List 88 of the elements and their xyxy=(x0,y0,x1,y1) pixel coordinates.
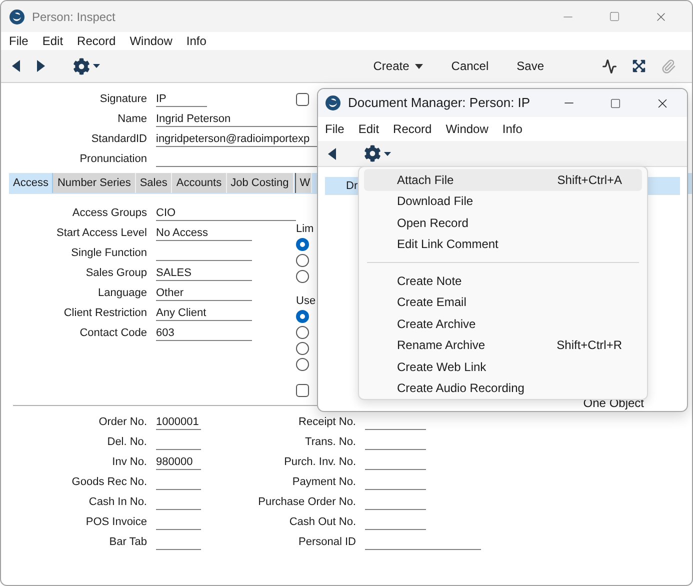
menu-item[interactable]: Create Email xyxy=(364,292,642,313)
field-label: StandardID xyxy=(90,132,148,147)
paperclip-icon[interactable] xyxy=(661,58,676,74)
window-title: Person: Inspect xyxy=(32,8,116,26)
field-label: Purchase Order No. xyxy=(257,494,357,510)
field-label: Client Restriction xyxy=(62,306,148,321)
menu-item[interactable]: File xyxy=(325,120,344,138)
tab[interactable]: Number Series xyxy=(53,173,136,193)
menu-item[interactable]: File xyxy=(9,32,28,50)
back-icon[interactable] xyxy=(12,60,20,72)
input-field[interactable]: No Access xyxy=(156,226,252,240)
settings-menu-icon[interactable] xyxy=(73,58,100,74)
menu-item[interactable]: Window xyxy=(446,120,488,138)
app-logo-icon xyxy=(325,95,341,111)
tab[interactable]: Sales xyxy=(136,173,172,193)
input-field[interactable]: CIO xyxy=(156,206,296,220)
field-label: Receipt No. xyxy=(298,414,357,430)
radio-button[interactable] xyxy=(296,270,309,283)
field-label: Single Function xyxy=(70,246,148,261)
input-field[interactable]: Any Client xyxy=(156,306,252,320)
radio-button[interactable] xyxy=(296,342,309,355)
field-label: POS Invoice xyxy=(84,514,148,530)
tab[interactable]: Job Costing xyxy=(226,173,294,193)
menu-item[interactable]: Create Audio Recording xyxy=(364,378,642,399)
checkbox[interactable] xyxy=(296,92,309,106)
app-logo-icon xyxy=(9,8,25,24)
field-label: Del. No. xyxy=(106,434,148,450)
field-label: Start Access Level xyxy=(56,226,148,241)
menu-item[interactable]: Attach File Shift+Ctrl+A xyxy=(364,169,642,190)
field-label: Inv No. xyxy=(111,454,148,470)
field-label: Contact Code xyxy=(78,326,148,341)
field-label: Name xyxy=(116,112,148,127)
menu-item[interactable]: Info xyxy=(186,32,206,50)
field-label: Sales Group xyxy=(84,266,148,281)
caret-icon xyxy=(415,64,424,68)
maximize-icon[interactable] xyxy=(610,98,621,108)
menu-item[interactable]: Rename Archive Shift+Ctrl+R xyxy=(364,334,642,356)
toolbar-button[interactable]: Cancel xyxy=(437,54,503,78)
input-field[interactable]: IP xyxy=(156,92,207,106)
input-field[interactable]: Other xyxy=(156,286,252,300)
menu-item[interactable]: Info xyxy=(502,120,522,138)
radio-button[interactable] xyxy=(296,310,309,323)
field-label: Signature xyxy=(98,92,148,107)
menu-item[interactable]: Create Web Link xyxy=(364,356,642,378)
radio-button[interactable] xyxy=(296,238,309,251)
activity-icon[interactable] xyxy=(602,58,617,74)
field-label: Trans. No. xyxy=(304,434,357,450)
field-label: Purch. Inv. No. xyxy=(283,454,357,470)
group-label: Use xyxy=(296,294,316,308)
input-field[interactable]: 603 xyxy=(156,326,252,340)
field-label: Payment No. xyxy=(291,474,357,490)
field-label: Order No. xyxy=(98,414,148,430)
tab[interactable]: W xyxy=(294,173,312,193)
radio-button[interactable] xyxy=(296,358,309,371)
menu-item[interactable]: Edit Link Comment xyxy=(364,234,642,255)
field-label: Goods Rec No. xyxy=(70,474,148,490)
input-field[interactable]: 1000001 xyxy=(156,414,201,430)
menu-item[interactable]: Download File xyxy=(364,190,642,212)
checkbox[interactable] xyxy=(296,384,309,397)
maximize-icon[interactable] xyxy=(609,11,620,22)
window-title: Document Manager: Person: IP xyxy=(348,94,530,112)
expand-icon[interactable] xyxy=(632,59,646,73)
input-field[interactable]: 980000 xyxy=(156,454,201,470)
forward-icon[interactable] xyxy=(37,60,45,72)
field-label: Access Groups xyxy=(71,206,148,221)
field-label: Personal ID xyxy=(298,534,357,550)
radio-button[interactable] xyxy=(296,254,309,267)
tab[interactable]: Accounts xyxy=(172,173,227,193)
field-label: Bar Tab xyxy=(108,534,148,550)
menu-item[interactable]: Create Note xyxy=(364,270,642,292)
menu-item[interactable]: Edit xyxy=(358,120,380,138)
menu-item[interactable]: Edit xyxy=(42,32,64,50)
input-field[interactable]: SALES xyxy=(156,266,252,280)
field-label: Cash Out No. xyxy=(288,514,357,530)
toolbar-button[interactable]: Create xyxy=(359,54,438,78)
menu-item[interactable]: Create Archive xyxy=(364,313,642,334)
field-label: Cash In No. xyxy=(88,494,148,510)
menu-item[interactable]: Record xyxy=(393,120,432,138)
radio-button[interactable] xyxy=(296,326,309,339)
toolbar-button[interactable]: Save xyxy=(502,54,558,78)
menu-item[interactable]: Open Record xyxy=(364,212,642,234)
field-label: Pronunciation xyxy=(78,152,148,167)
settings-menu-icon[interactable] xyxy=(364,145,391,162)
menu-item[interactable]: Record xyxy=(77,32,116,50)
field-label: Language xyxy=(97,286,148,301)
back-icon[interactable] xyxy=(328,148,336,160)
menu-item[interactable]: Window xyxy=(130,32,172,50)
group-label: Lim xyxy=(296,222,315,236)
